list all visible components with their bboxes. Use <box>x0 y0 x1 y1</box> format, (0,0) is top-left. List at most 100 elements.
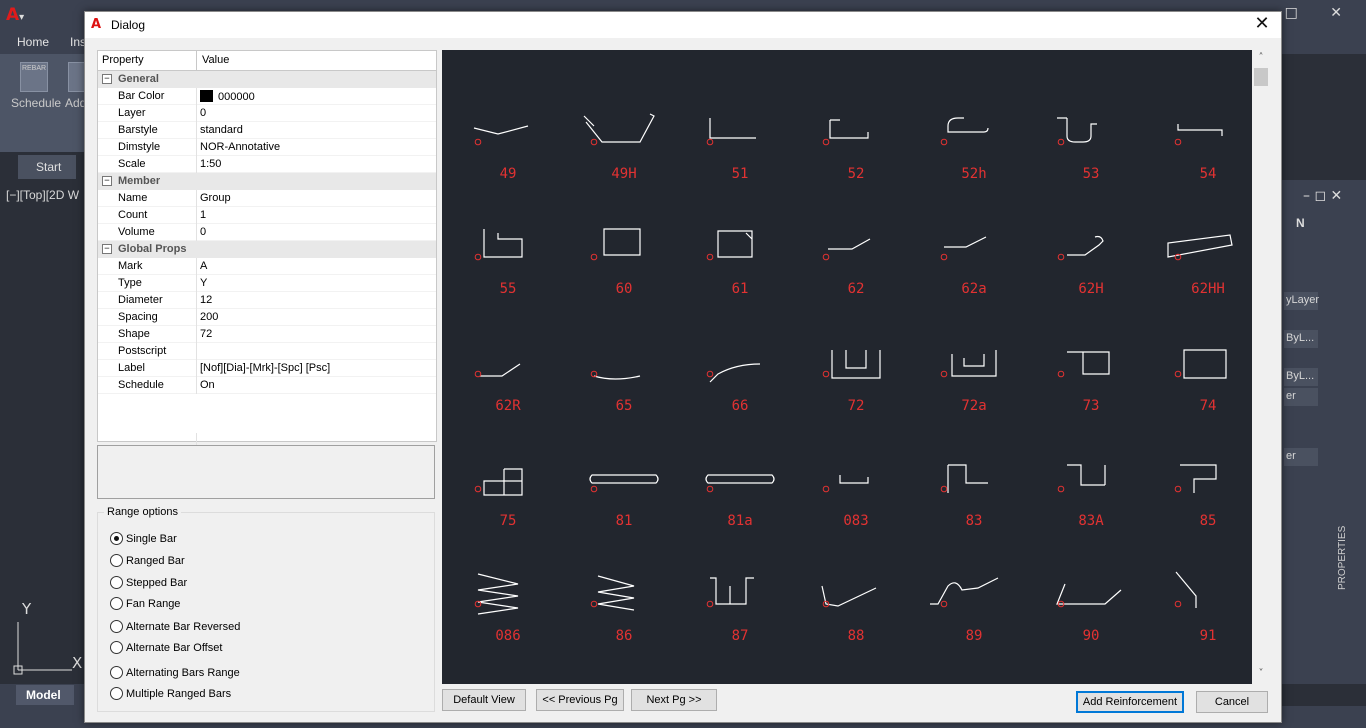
shape-tile-51[interactable]: 51 <box>706 118 756 182</box>
shape-tile-83a[interactable]: 83A <box>1057 464 1106 529</box>
property-value-cell[interactable]: 72 <box>200 328 212 340</box>
palette-row[interactable]: er <box>1284 448 1318 466</box>
property-value-cell[interactable]: 12 <box>200 294 212 306</box>
radio-circle-icon[interactable] <box>110 554 123 567</box>
property-row[interactable]: Count 1 <box>98 207 436 224</box>
shape-tile-62h[interactable]: 62H <box>1057 235 1104 298</box>
close-button[interactable]: ✕ <box>1251 14 1273 36</box>
property-value-cell[interactable]: 1:50 <box>200 158 221 170</box>
start-tab[interactable]: Start <box>18 155 76 179</box>
property-row[interactable]: Spacing 200 <box>98 309 436 326</box>
ribbon-tab-home[interactable]: Home <box>17 35 49 49</box>
model-tab[interactable]: Model <box>16 685 74 705</box>
shape-tile-65[interactable]: 65 <box>590 370 641 414</box>
property-row[interactable]: Postscript <box>98 343 436 360</box>
property-value-cell[interactable]: 000000 <box>200 90 255 103</box>
add-reinforcement-button[interactable]: Add Reinforcement <box>1076 691 1184 713</box>
property-row[interactable]: Type Y <box>98 275 436 292</box>
shape-tile-62r[interactable]: 62R <box>474 363 521 414</box>
shape-tile-53[interactable]: 53 <box>1057 117 1099 182</box>
shape-tile-61[interactable]: 61 <box>706 230 753 297</box>
scroll-up-icon[interactable]: ˄ <box>1253 52 1269 66</box>
collapse-icon[interactable]: − <box>102 74 112 84</box>
viewport-controls-label[interactable]: [−][Top][2D W <box>6 188 79 202</box>
property-row[interactable]: Barstyle standard <box>98 122 436 139</box>
property-row[interactable]: Schedule On <box>98 377 436 394</box>
shape-tile-75[interactable]: 75 <box>474 468 523 529</box>
radio-circle-icon[interactable] <box>110 666 123 679</box>
property-value-cell[interactable]: On <box>200 379 215 391</box>
property-value-cell[interactable]: 1 <box>200 209 206 221</box>
palette-row[interactable]: er <box>1284 388 1318 406</box>
property-row[interactable]: Shape 72 <box>98 326 436 343</box>
shape-tile-89[interactable]: 89 <box>930 577 999 644</box>
shape-tile-55[interactable]: 55 <box>474 229 523 297</box>
shape-tile-88[interactable]: 88 <box>821 585 877 644</box>
property-category-member[interactable]: − Member <box>98 173 436 190</box>
shape-tile-81[interactable]: 81 <box>589 474 659 529</box>
cancel-button[interactable]: Cancel <box>1196 691 1268 713</box>
property-row[interactable]: Scale 1:50 <box>98 156 436 173</box>
shape-tile-91[interactable]: 91 <box>1174 571 1216 644</box>
shape-tile-49h[interactable]: 49H <box>583 113 655 182</box>
default-view-button[interactable]: Default View <box>442 689 526 711</box>
shape-tile-54[interactable]: 54 <box>1174 124 1223 182</box>
property-value-cell[interactable]: A <box>200 260 207 272</box>
property-row[interactable]: Label [Nof][Dia]-[Mrk]-[Spc] [Psc] <box>98 360 436 377</box>
autocad-logo[interactable]: A▾ <box>6 5 24 25</box>
previous-page-button[interactable]: << Previous Pg <box>536 689 624 711</box>
radio-circle-icon[interactable] <box>110 597 123 610</box>
radio-circle-icon[interactable] <box>110 687 123 700</box>
shape-tile-72a[interactable]: 72a <box>940 350 997 414</box>
next-page-button[interactable]: Next Pg >> <box>631 689 717 711</box>
gallery-scrollbar[interactable]: ˄ ˅ <box>1253 50 1269 684</box>
property-row[interactable]: Layer 0 <box>98 105 436 122</box>
shape-tile-49[interactable]: 49 <box>473 125 529 182</box>
shape-tile-81a[interactable]: 81a <box>705 474 775 529</box>
shape-tile-87[interactable]: 87 <box>706 577 754 644</box>
property-value-cell[interactable]: Y <box>200 277 207 289</box>
shape-tile-72[interactable]: 72 <box>822 350 881 414</box>
radio-circle-icon[interactable] <box>110 532 123 545</box>
shape-tile-86[interactable]: 86 <box>590 575 635 644</box>
property-category-general[interactable]: − General <box>98 71 436 88</box>
collapse-icon[interactable]: − <box>102 244 112 254</box>
scroll-down-icon[interactable]: ˅ <box>1253 668 1269 682</box>
property-row[interactable]: Dimstyle NOR-Annotative <box>98 139 436 156</box>
scroll-thumb[interactable] <box>1254 68 1268 86</box>
property-column-header[interactable]: Property <box>102 54 144 66</box>
shape-tile-086[interactable]: 086 <box>474 573 521 644</box>
palette-row[interactable]: ByL... <box>1284 368 1318 386</box>
property-value-cell[interactable]: 0 <box>200 107 206 119</box>
schedule-ribbon-button[interactable]: REBAR <box>20 62 48 92</box>
palette-row[interactable]: yLayer <box>1284 292 1319 310</box>
property-value-cell[interactable]: NOR-Annotative <box>200 141 280 153</box>
property-value-cell[interactable]: standard <box>200 124 243 136</box>
shape-tile-083[interactable]: 083 <box>822 475 869 529</box>
shape-tile-90[interactable]: 90 <box>1056 583 1122 644</box>
shape-tile-62a[interactable]: 62a <box>940 236 987 297</box>
radio-circle-icon[interactable] <box>110 641 123 654</box>
property-value-cell[interactable]: [Nof][Dia]-[Mrk]-[Spc] [Psc] <box>200 362 330 374</box>
shape-tile-60[interactable]: 60 <box>590 228 641 297</box>
shape-tile-52[interactable]: 52 <box>822 119 869 182</box>
property-row[interactable]: Diameter 12 <box>98 292 436 309</box>
radio-circle-icon[interactable] <box>110 620 123 633</box>
shape-tile-85[interactable]: 85 <box>1174 464 1217 529</box>
property-row[interactable]: Bar Color 000000 <box>98 88 436 105</box>
property-value-cell[interactable]: 200 <box>200 311 218 323</box>
property-value-cell[interactable]: 0 <box>200 226 206 238</box>
property-value-cell[interactable]: Group <box>200 192 231 204</box>
shape-tile-83[interactable]: 83 <box>940 464 988 529</box>
value-column-header[interactable]: Value <box>202 54 229 66</box>
shape-tile-62[interactable]: 62 <box>822 238 871 297</box>
radio-circle-icon[interactable] <box>110 576 123 589</box>
shape-tile-73[interactable]: 73 <box>1057 351 1110 414</box>
shape-tile-62hh[interactable]: 62HH <box>1167 234 1233 297</box>
property-row[interactable]: Volume 0 <box>98 224 436 241</box>
shape-tile-52h[interactable]: 52h <box>940 117 989 182</box>
shape-tile-66[interactable]: 66 <box>706 363 761 414</box>
shape-gallery[interactable]: 49 49H 51 52 52h 53 54 55 60 61 62 62a 62H 62HH 62R 65 6… <box>442 50 1252 684</box>
collapse-icon[interactable]: − <box>102 176 112 186</box>
property-category-global-props[interactable]: − Global Props <box>98 241 436 258</box>
